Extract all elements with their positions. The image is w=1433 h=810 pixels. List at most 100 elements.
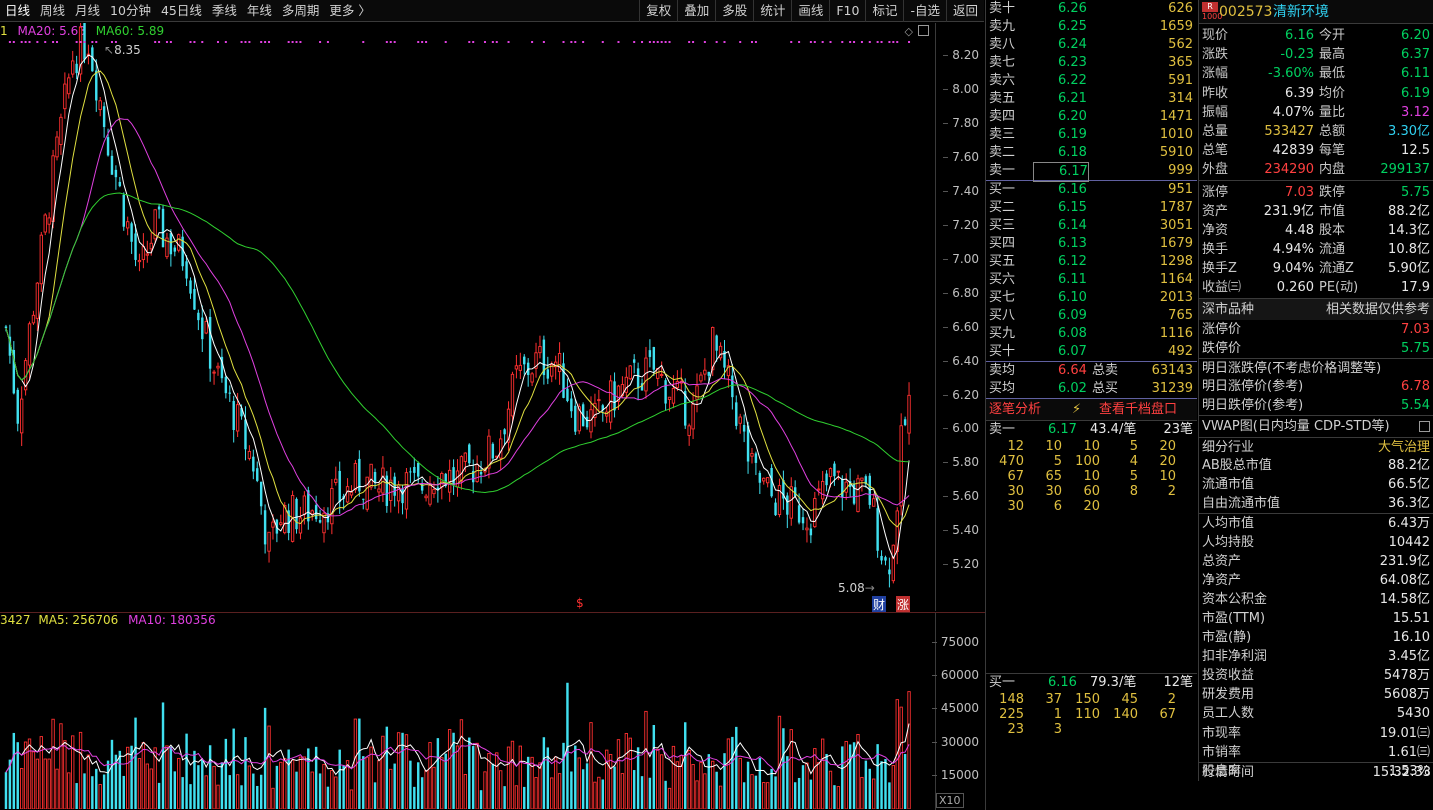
candle-body [510, 373, 515, 417]
candle-body [145, 253, 149, 256]
candle-body [345, 486, 350, 503]
volume-bar [860, 776, 864, 809]
volume-bar [766, 782, 770, 809]
tick-volume: 12 [1007, 439, 1024, 454]
candle-body [452, 467, 455, 485]
candle-body [907, 394, 911, 434]
volume-bar [197, 765, 200, 809]
candle-body [98, 100, 102, 111]
buy-level-row[interactable]: 买三 6.14 3051 [986, 217, 1197, 235]
signal-dot [633, 41, 636, 43]
quote-label: 最高 [1319, 47, 1346, 63]
vwap-row[interactable]: VWAP图(日内均量 CDP-STD等) [1199, 415, 1433, 437]
analysis-bar: 逐笔分析 ⚡ 查看千档盘口 [986, 398, 1197, 420]
period-tab[interactable]: 更多 〉 [324, 0, 375, 22]
tool-button[interactable]: 标记 [865, 0, 903, 22]
quote-value: -0.23 [1280, 47, 1314, 63]
sell-level-row[interactable]: 卖四 6.20 1471 [986, 108, 1197, 126]
lightning-icon[interactable]: ⚡ [1072, 399, 1081, 421]
candle-body [212, 371, 216, 374]
tick-volume: 30 [1007, 499, 1024, 514]
tool-button[interactable]: 画线 [791, 0, 829, 22]
level-volume: 1116 [1159, 326, 1193, 341]
tick-volume: 20 [1159, 439, 1176, 454]
event-marker-zhang[interactable]: 涨 [896, 596, 911, 613]
quote-value: 6.20 [1401, 28, 1430, 43]
volume-bar [393, 763, 396, 809]
signal-dot [876, 41, 879, 43]
buy-level-row[interactable]: 买四 6.13 1679 [986, 235, 1197, 253]
signal-dot [821, 41, 824, 43]
fundamentals: AB股总市值 88.2亿 流通市值 66.5亿 自由流通市值 36.3亿 人均市值 6.43万… [1199, 456, 1433, 781]
candle-body [409, 471, 412, 473]
price-tick-label: 6.00 [943, 421, 979, 436]
signal-dot [268, 41, 271, 43]
event-marker-s[interactable]: $ [576, 596, 584, 610]
buy-level-row[interactable]: 买九 6.08 1116 [986, 325, 1197, 343]
candle-body [774, 502, 777, 516]
industry-value[interactable]: 大气治理 [1378, 438, 1430, 457]
candle-body [75, 63, 78, 74]
tool-button[interactable]: 统计 [753, 0, 791, 22]
sell-level-row[interactable]: 卖八 6.24 562 [986, 36, 1197, 54]
signal-dot [326, 41, 329, 43]
tool-button[interactable]: F10 [829, 0, 865, 22]
sell-level-row[interactable]: 卖七 6.23 365 [986, 54, 1197, 72]
signal-dot [421, 41, 424, 43]
quote-label: 量比 [1319, 104, 1346, 120]
tool-button[interactable]: -自选 [903, 0, 946, 22]
period-tab[interactable]: 多周期 [277, 0, 325, 22]
candle-body [479, 472, 483, 475]
signal-dot [393, 41, 396, 43]
candle-body [161, 208, 165, 248]
volume-chart[interactable]: 3427 MA5: 256706 MA10: 180356 [0, 612, 935, 809]
sell-level-row[interactable]: 卖六 6.22 591 [986, 72, 1197, 90]
tool-button[interactable]: 叠加 [677, 0, 715, 22]
buy-level-row[interactable]: 买一 6.16 951 [986, 181, 1197, 199]
level-price: 6.22 [1058, 73, 1087, 88]
level-label: 卖一 [989, 163, 1016, 178]
volume-bar [475, 742, 479, 809]
buy-level-row[interactable]: 买六 6.11 1164 [986, 271, 1197, 289]
period-tab[interactable]: 季线 [207, 0, 242, 22]
market-row: 深市品种 相关数据仅供参考 [1199, 297, 1433, 320]
thousand-level-link[interactable]: 查看千档盘口 [1099, 399, 1177, 421]
sell-level-row[interactable]: 卖九 6.25 1659 [986, 18, 1197, 36]
sell-level-row[interactable]: 卖一 6.17 999 [986, 162, 1197, 182]
time-label: 行情时间 [1202, 764, 1255, 780]
quote-label: 收益㈢ [1202, 280, 1242, 296]
volume-bar [738, 757, 742, 809]
volume-bar [891, 765, 895, 809]
sell-level-row[interactable]: 卖十 6.26 626 [986, 0, 1197, 18]
buy-level-row[interactable]: 买七 6.10 2013 [986, 289, 1197, 307]
vwap-icon[interactable] [1419, 421, 1430, 433]
buy-level-row[interactable]: 买五 6.12 1298 [986, 253, 1197, 271]
sell-level-row[interactable]: 卖五 6.21 314 [986, 90, 1197, 108]
signal-dot [715, 41, 718, 43]
tick-analysis-tab[interactable]: 逐笔分析 [989, 399, 1041, 421]
tool-button[interactable]: 复权 [639, 0, 677, 22]
candle-body [177, 234, 181, 251]
period-tab[interactable]: 45日线 [156, 0, 207, 22]
period-tab[interactable]: 周线 [35, 0, 70, 22]
vwap-link[interactable]: VWAP图(日内均量 CDP-STD等) [1202, 416, 1390, 438]
volume-bar [75, 783, 78, 809]
buy-level-row[interactable]: 买八 6.09 765 [986, 307, 1197, 325]
candle-body [671, 387, 676, 404]
sell-level-row[interactable]: 卖二 6.18 5910 [986, 144, 1197, 162]
candle-body [876, 508, 879, 551]
volume-bar [872, 778, 876, 809]
tool-button[interactable]: 返回 [945, 0, 984, 22]
kline-chart[interactable]: 1 MA20: 5.63 MA60: 5.89 ◇ ↖8.35 5.08→ $ … [0, 23, 935, 613]
event-marker-cai[interactable]: 财 [872, 596, 887, 613]
volume-bar [181, 777, 184, 809]
tool-button[interactable]: 多股 [715, 0, 753, 22]
period-tab[interactable]: 月线 [70, 0, 105, 22]
period-tab[interactable]: 年线 [242, 0, 277, 22]
buy-level-row[interactable]: 买十 6.07 492 [986, 343, 1197, 361]
sell-level-row[interactable]: 卖三 6.19 1010 [986, 126, 1197, 144]
candle-body [334, 478, 338, 483]
buy-level-row[interactable]: 买二 6.15 1787 [986, 199, 1197, 217]
period-tab[interactable]: 日线 [0, 0, 35, 22]
period-tab[interactable]: 10分钟 [105, 0, 156, 22]
